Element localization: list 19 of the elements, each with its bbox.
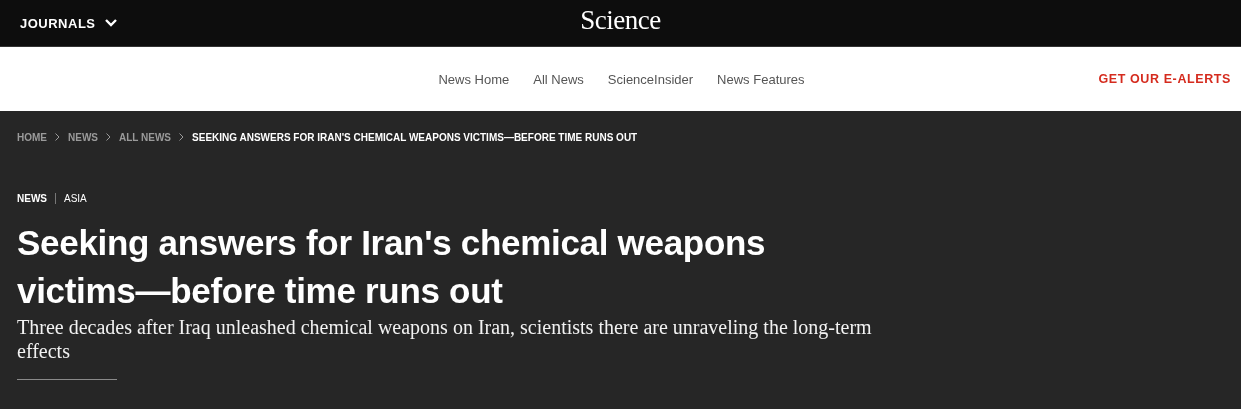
breadcrumb-current[interactable]: SEEKING ANSWERS FOR IRAN'S CHEMICAL WEAPONS VICTIMS—BEFORE TIME RUNS OUT (192, 131, 638, 143)
breadcrumb-link[interactable]: NEWS (68, 131, 98, 143)
nav-link[interactable]: News Home (438, 71, 510, 87)
chevron-right-icon (55, 133, 60, 141)
chevron-right-icon (179, 133, 185, 141)
chevron-down-icon (104, 19, 117, 27)
breadcrumb-link[interactable]: HOME (17, 131, 47, 143)
category-tag[interactable]: NEWS (17, 192, 55, 204)
journals-menu[interactable]: JOURNALS (12, 11, 125, 35)
science-logo[interactable]: Science (580, 5, 661, 36)
nav-link[interactable]: News Features (717, 71, 805, 87)
breadcrumb-link[interactable]: ALL NEWS (119, 131, 172, 143)
e-alerts-link[interactable]: GET OUR E-ALERTS (1098, 72, 1231, 86)
category-tag[interactable]: ASIA (55, 192, 95, 204)
chevron-right-icon (106, 133, 111, 141)
nav-link[interactable]: ScienceInsider (607, 71, 694, 87)
nav-link[interactable]: All News (533, 71, 584, 87)
article-title: Seeking answers for Iran's chemical weapons victims—before time runs out (17, 222, 767, 312)
article-subtitle: Three decades after Iraq unleashed chemical weapons on Iran, scientists there are unraveling the long-term effects (17, 315, 873, 363)
